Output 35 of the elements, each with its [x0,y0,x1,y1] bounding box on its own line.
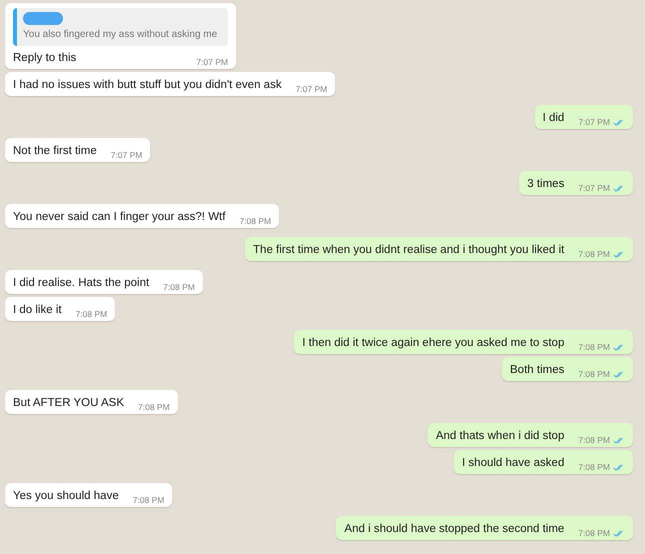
message-time: 7:07 PM [296,83,328,96]
message-text: I did realise. Hats the point [13,276,150,291]
message-time: 7:07 PM [578,116,610,129]
message-text: You never said can I finger your ass?! Wtf [13,210,226,225]
message-time: 7:07 PM [110,149,142,162]
message-text: Not the first time [13,144,97,159]
message-time: 7:08 PM [138,401,170,414]
message-text: Reply to this [13,51,76,66]
message-text: I did [542,111,564,126]
message-text: I then did it twice again ehere you asked me to stop [302,336,564,351]
message-text: The first time when you didnt realise and i thought you liked it [253,243,564,258]
message-text: But AFTER YOU ASK [13,396,124,411]
message-time: 7:08 PM [578,368,610,381]
message-time: 7:08 PM [578,434,610,447]
message-text: And i should have stopped the second time [344,522,564,537]
message-time: 7:08 PM [578,341,610,354]
message-time: 7:08 PM [239,215,272,228]
quoted-message[interactable]: You also fingered my ass without asking me [13,8,228,46]
quoted-text: You also fingered my ass without asking me [23,28,218,42]
message-time: 7:08 PM [578,461,610,474]
message-text: I do like it [13,303,62,318]
message-text: 3 times [527,177,564,192]
message-time: 7:08 PM [578,248,610,261]
message-text: Yes you should have [13,489,119,504]
message-time: 7:07 PM [196,56,228,69]
message-time: 7:08 PM [578,527,610,540]
message-text: And thats when i did stop [436,429,564,444]
message-text: Both times [510,363,564,378]
redaction-bar [23,12,63,25]
message-time: 7:08 PM [76,308,108,321]
message-text: I should have asked [462,456,564,471]
message-time: 7:07 PM [578,182,610,195]
message-time: 7:08 PM [132,494,164,507]
message-time: 7:08 PM [163,281,195,294]
message-text: I had no issues with butt stuff but you didn't even ask [13,78,282,93]
